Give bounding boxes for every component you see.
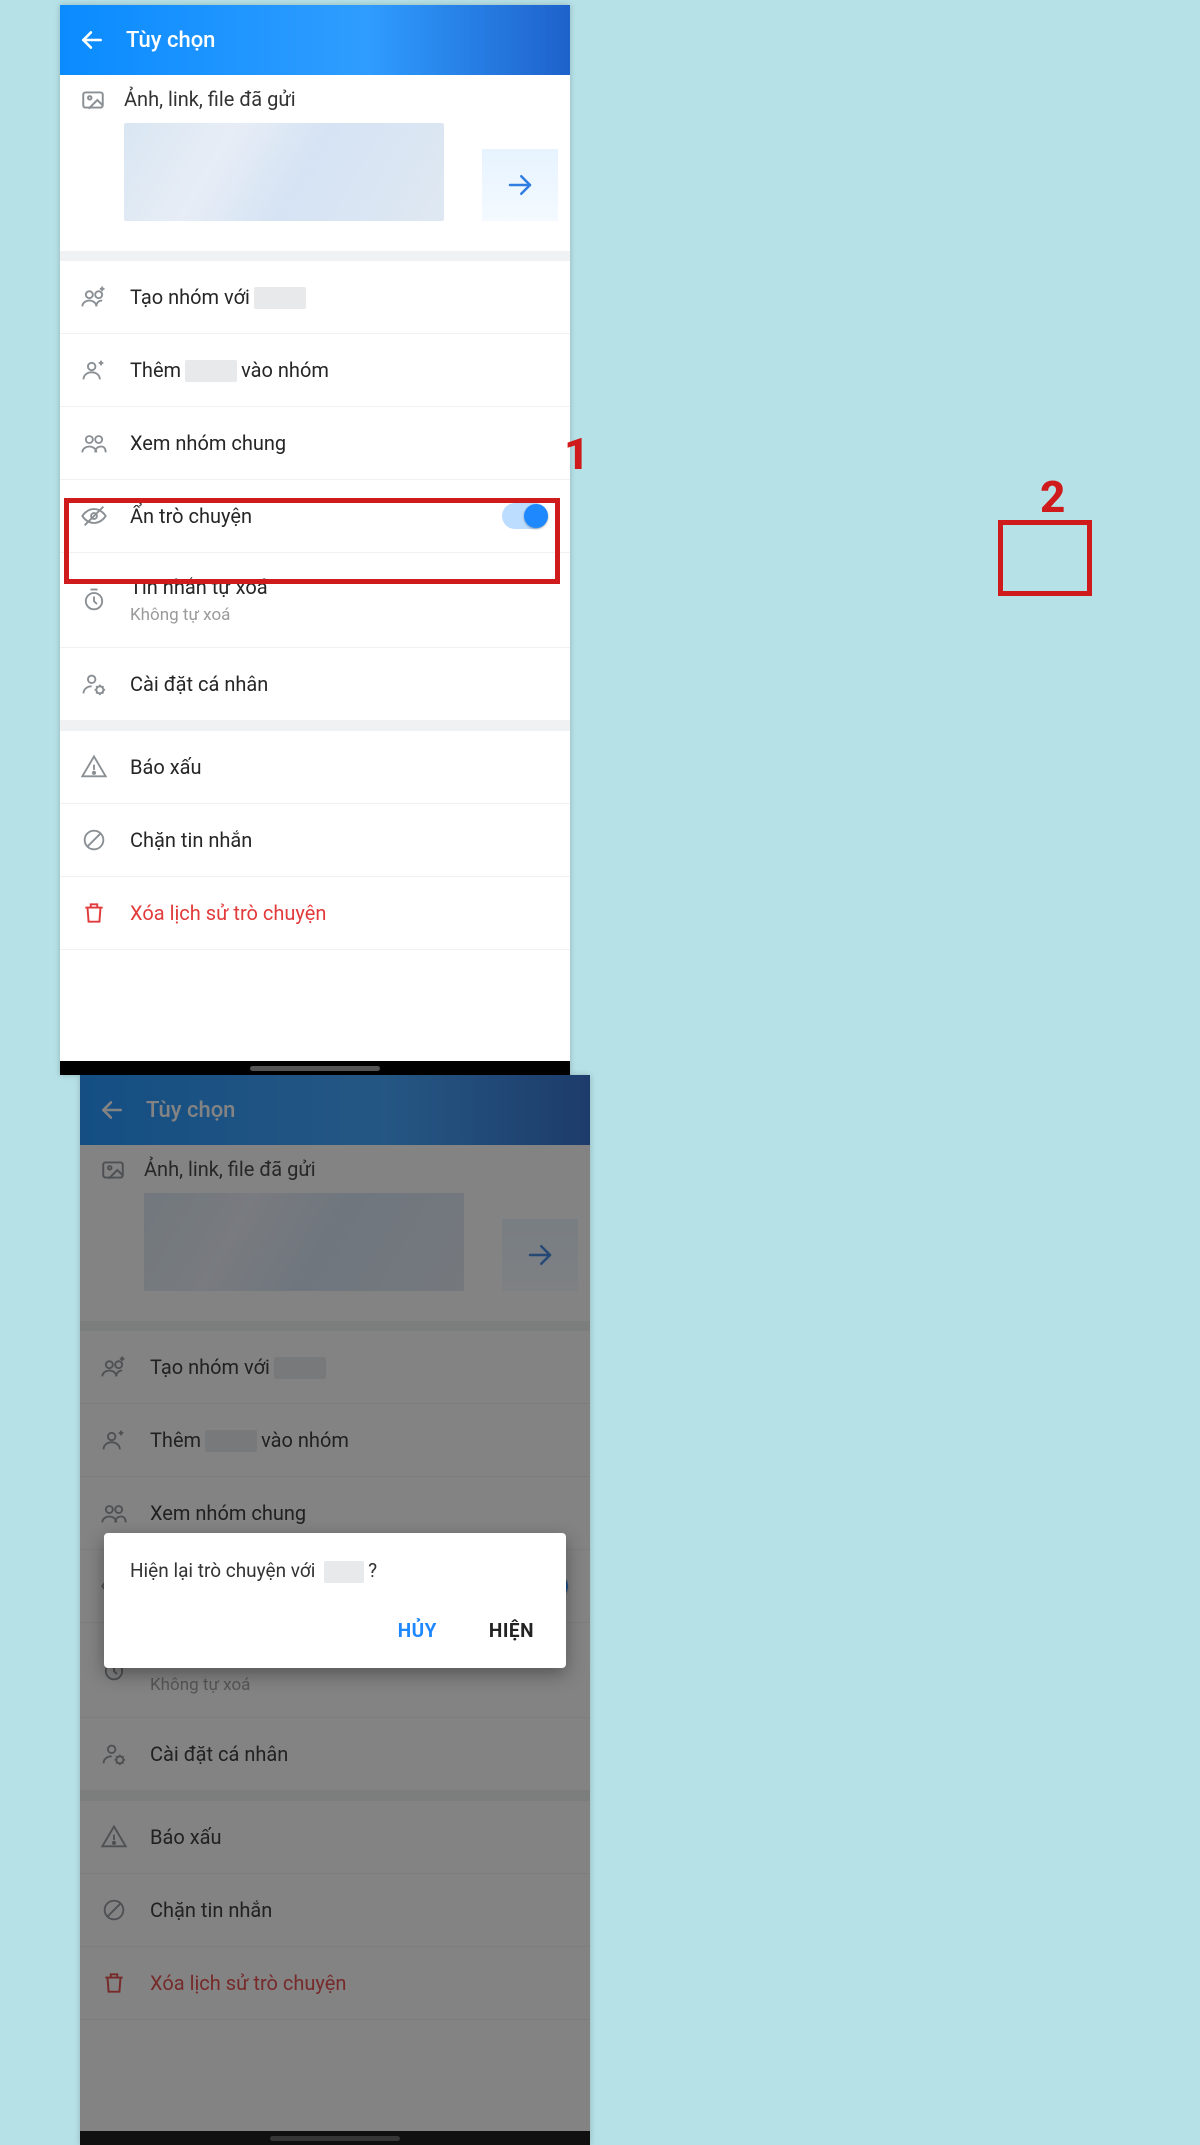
step-badge-1: 1 [564,428,589,480]
create-group-row[interactable]: Tạo nhóm với [60,261,570,334]
create-group-label: Tạo nhóm với [130,285,310,310]
header: Tùy chọn [60,5,570,75]
person-gear-icon [80,670,108,698]
android-nav-bar [60,1061,570,1075]
report-row[interactable]: Báo xấu [60,731,570,804]
screen-step-1: Tùy chọn Ảnh, link, file đã gửi Tạo nhóm… [60,5,570,1075]
timer-icon [80,586,108,614]
image-icon [80,87,106,113]
report-label: Báo xấu [130,755,202,779]
redacted-name [324,1561,364,1583]
hide-chat-row[interactable]: Ẩn trò chuyện [60,480,570,553]
add-to-group-label: Thêmvào nhóm [130,358,329,383]
group-add-icon [80,283,108,311]
media-files-row[interactable]: Ảnh, link, file đã gửi [60,75,570,251]
confirm-dialog: Hiện lại trò chuyện với ? HỦY HIỆN [104,1533,566,1668]
personal-settings-row[interactable]: Cài đặt cá nhân [60,648,570,721]
view-common-label: Xem nhóm chung [130,431,286,455]
dialog-message: Hiện lại trò chuyện với ? [130,1559,540,1583]
media-preview [124,123,444,221]
group-icon [80,429,108,457]
section-divider [60,251,570,261]
delete-history-label: Xóa lịch sử trò chuyện [130,901,326,925]
delete-history-row[interactable]: Xóa lịch sử trò chuyện [60,877,570,950]
hide-chat-toggle[interactable] [502,503,548,529]
personal-settings-label: Cài đặt cá nhân [130,672,268,696]
block-row[interactable]: Chặn tin nhắn [60,804,570,877]
auto-delete-row[interactable]: Tin nhắn tự xoá Không tự xoá [60,553,570,648]
callout-box-2 [998,520,1092,596]
eye-off-icon [80,502,108,530]
add-to-group-row[interactable]: Thêmvào nhóm [60,334,570,407]
warning-icon [80,753,108,781]
section-divider [60,721,570,731]
header-title: Tùy chọn [126,28,215,53]
view-common-groups-row[interactable]: Xem nhóm chung [60,407,570,480]
redacted-name [254,287,306,309]
trash-icon [80,899,108,927]
screen-step-2: Tùy chọn Ảnh, link, file đã gửi Tạo nhóm… [80,1075,590,2145]
person-add-icon [80,356,108,384]
step-badge-2: 2 [1040,471,1065,523]
hide-chat-label: Ẩn trò chuyện [130,504,252,528]
media-files-label: Ảnh, link, file đã gửi [124,87,550,111]
block-icon [80,826,108,854]
redacted-name [185,360,237,382]
media-open-button[interactable] [482,149,558,221]
dialog-cancel-button[interactable]: HỦY [392,1609,443,1652]
block-label: Chặn tin nhắn [130,828,252,852]
back-icon[interactable] [78,26,106,54]
dialog-confirm-button[interactable]: HIỆN [483,1609,540,1652]
auto-delete-sub: Không tự xoá [130,605,268,625]
auto-delete-label: Tin nhắn tự xoá [130,575,268,599]
